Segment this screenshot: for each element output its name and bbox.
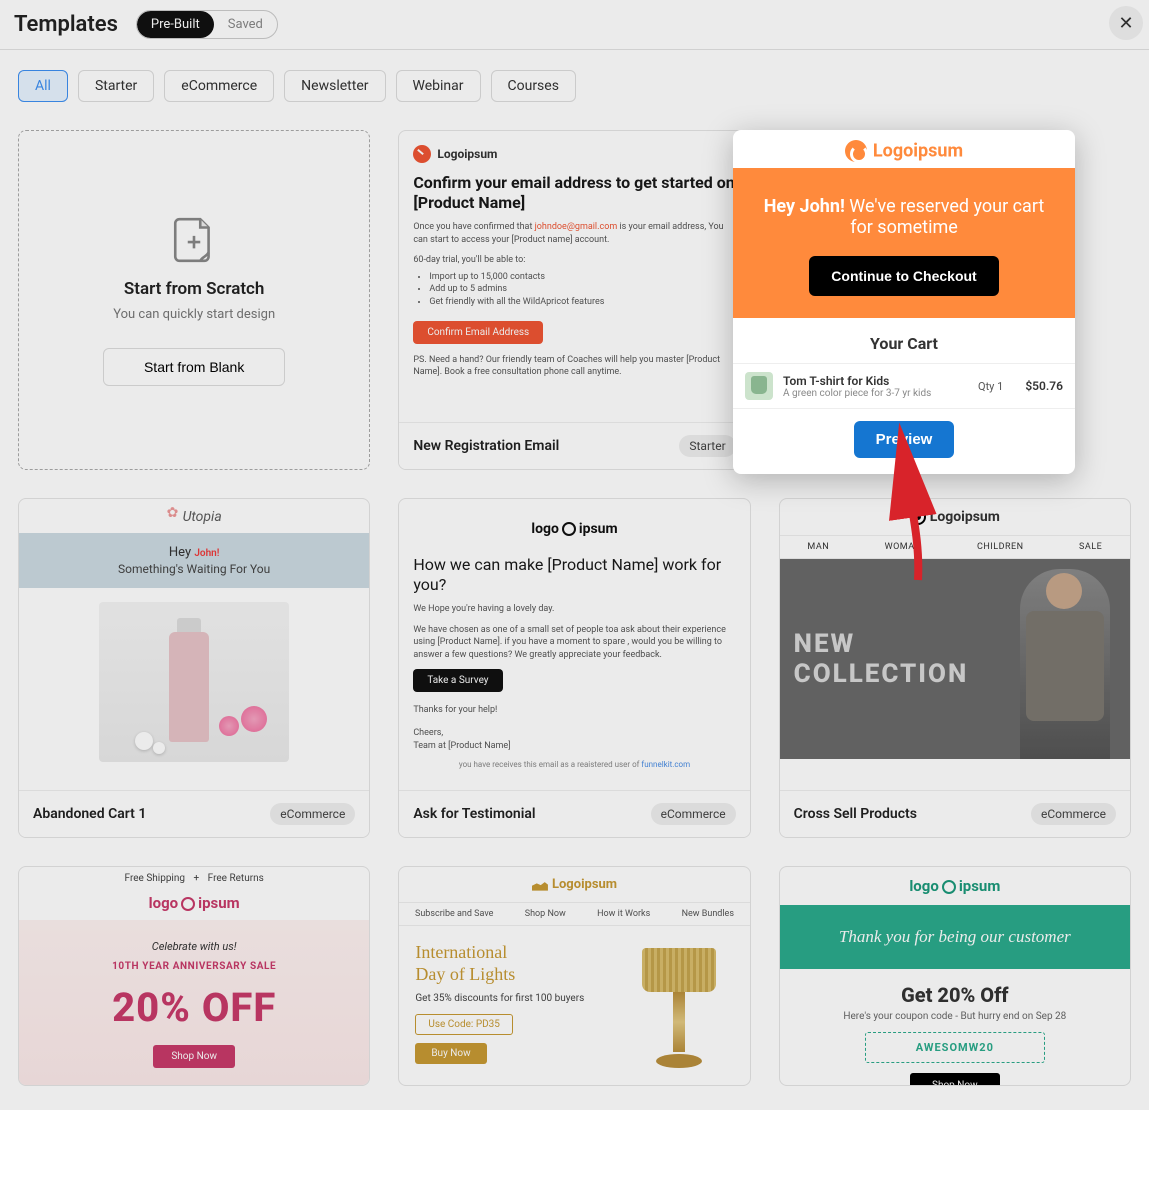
product-image — [99, 602, 289, 762]
template-card-cross-sell[interactable]: Logoipsum MAN WOMAN CHILDREN SALE NEW CO… — [779, 498, 1131, 838]
card-title: Ask for Testimonial — [413, 806, 535, 822]
coupon-code: AWESOMW20 — [865, 1032, 1045, 1063]
card-preview: Free Shipping + Free Returns logoipsum C… — [19, 867, 369, 1085]
tab-prebuilt[interactable]: Pre-Built — [137, 11, 214, 38]
tab-saved[interactable]: Saved — [214, 11, 277, 38]
brand-logo: Logoipsum — [733, 130, 1075, 168]
hero-banner: Hey John! We've reserved your cart for s… — [733, 168, 1075, 318]
globe-icon — [562, 522, 576, 536]
preview-button[interactable]: Preview — [854, 421, 955, 458]
filter-webinar[interactable]: Webinar — [396, 70, 481, 102]
page-title: Templates — [14, 12, 118, 37]
card-category-badge: eCommerce — [1031, 803, 1116, 825]
card-preview: Logoipsum Subscribe and Save Shop Now Ho… — [399, 867, 749, 1085]
cart-title: Your Cart — [733, 318, 1075, 363]
confirm-email-button: Confirm Email Address — [413, 321, 543, 344]
card-preview: logoipsum Thank you for being our custom… — [780, 867, 1130, 1085]
filter-all[interactable]: All — [18, 70, 68, 102]
brand-icon — [532, 879, 548, 891]
buy-now-button: Buy Now — [415, 1043, 486, 1064]
cart-line-item: Tom T-shirt for Kids A green color piece… — [733, 363, 1075, 409]
globe-icon — [942, 880, 956, 894]
close-button[interactable]: ✕ — [1109, 6, 1143, 40]
globe-icon — [181, 897, 195, 911]
brand-icon — [845, 140, 867, 162]
filter-newsletter[interactable]: Newsletter — [284, 70, 385, 102]
template-card-hover-abandoned-checkout[interactable]: Logoipsum Hey John! We've reserved your … — [733, 130, 1075, 474]
continue-checkout-button: Continue to Checkout — [809, 256, 998, 296]
scratch-subtitle: You can quickly start design — [113, 307, 275, 322]
flower-icon — [167, 507, 181, 521]
card-category-badge: Starter — [679, 435, 735, 457]
brand-icon — [413, 145, 431, 163]
header-bar: Templates Pre-Built Saved ✕ — [0, 0, 1149, 50]
survey-button: Take a Survey — [413, 669, 502, 692]
new-file-icon — [169, 215, 219, 265]
card-title: Abandoned Cart 1 — [33, 806, 146, 822]
card-title: Cross Sell Products — [794, 806, 917, 822]
filter-ecommerce[interactable]: eCommerce — [164, 70, 274, 102]
template-card-testimonial[interactable]: logoipsum How we can make [Product Name]… — [398, 498, 750, 838]
card-preview: Logoipsum Confirm your email address to … — [399, 131, 749, 422]
card-preview: logoipsum How we can make [Product Name]… — [399, 499, 749, 790]
start-blank-button[interactable]: Start from Blank — [103, 348, 285, 386]
filter-row: All Starter eCommerce Newsletter Webinar… — [0, 50, 1149, 106]
filter-starter[interactable]: Starter — [78, 70, 154, 102]
model-image — [1020, 569, 1110, 759]
start-from-scratch-card: Start from Scratch You can quickly start… — [18, 130, 370, 470]
shop-now-button: Shop Now — [153, 1045, 235, 1068]
template-card-lights[interactable]: Logoipsum Subscribe and Save Shop Now Ho… — [398, 866, 750, 1086]
shop-now-button: Shop Now — [910, 1073, 1000, 1085]
template-card-abandoned-cart[interactable]: Utopia Hey John! Something's Waiting For… — [18, 498, 370, 838]
lamp-image — [624, 942, 734, 1072]
filter-courses[interactable]: Courses — [491, 70, 576, 102]
template-card-registration[interactable]: Logoipsum Confirm your email address to … — [398, 130, 750, 470]
brand-icon — [910, 509, 926, 525]
card-category-badge: eCommerce — [270, 803, 355, 825]
card-category-badge: eCommerce — [651, 803, 736, 825]
template-card-sale[interactable]: Free Shipping + Free Returns logoipsum C… — [18, 866, 370, 1086]
card-title: New Registration Email — [413, 438, 559, 454]
scratch-title: Start from Scratch — [124, 279, 265, 299]
close-icon: ✕ — [1118, 13, 1133, 34]
promo-code: Use Code: PD35 — [415, 1014, 513, 1035]
template-card-thankyou[interactable]: logoipsum Thank you for being our custom… — [779, 866, 1131, 1086]
product-thumbnail — [745, 372, 773, 400]
card-preview: Logoipsum MAN WOMAN CHILDREN SALE NEW CO… — [780, 499, 1130, 790]
template-source-toggle: Pre-Built Saved — [136, 10, 278, 39]
card-preview: Utopia Hey John! Something's Waiting For… — [19, 499, 369, 790]
